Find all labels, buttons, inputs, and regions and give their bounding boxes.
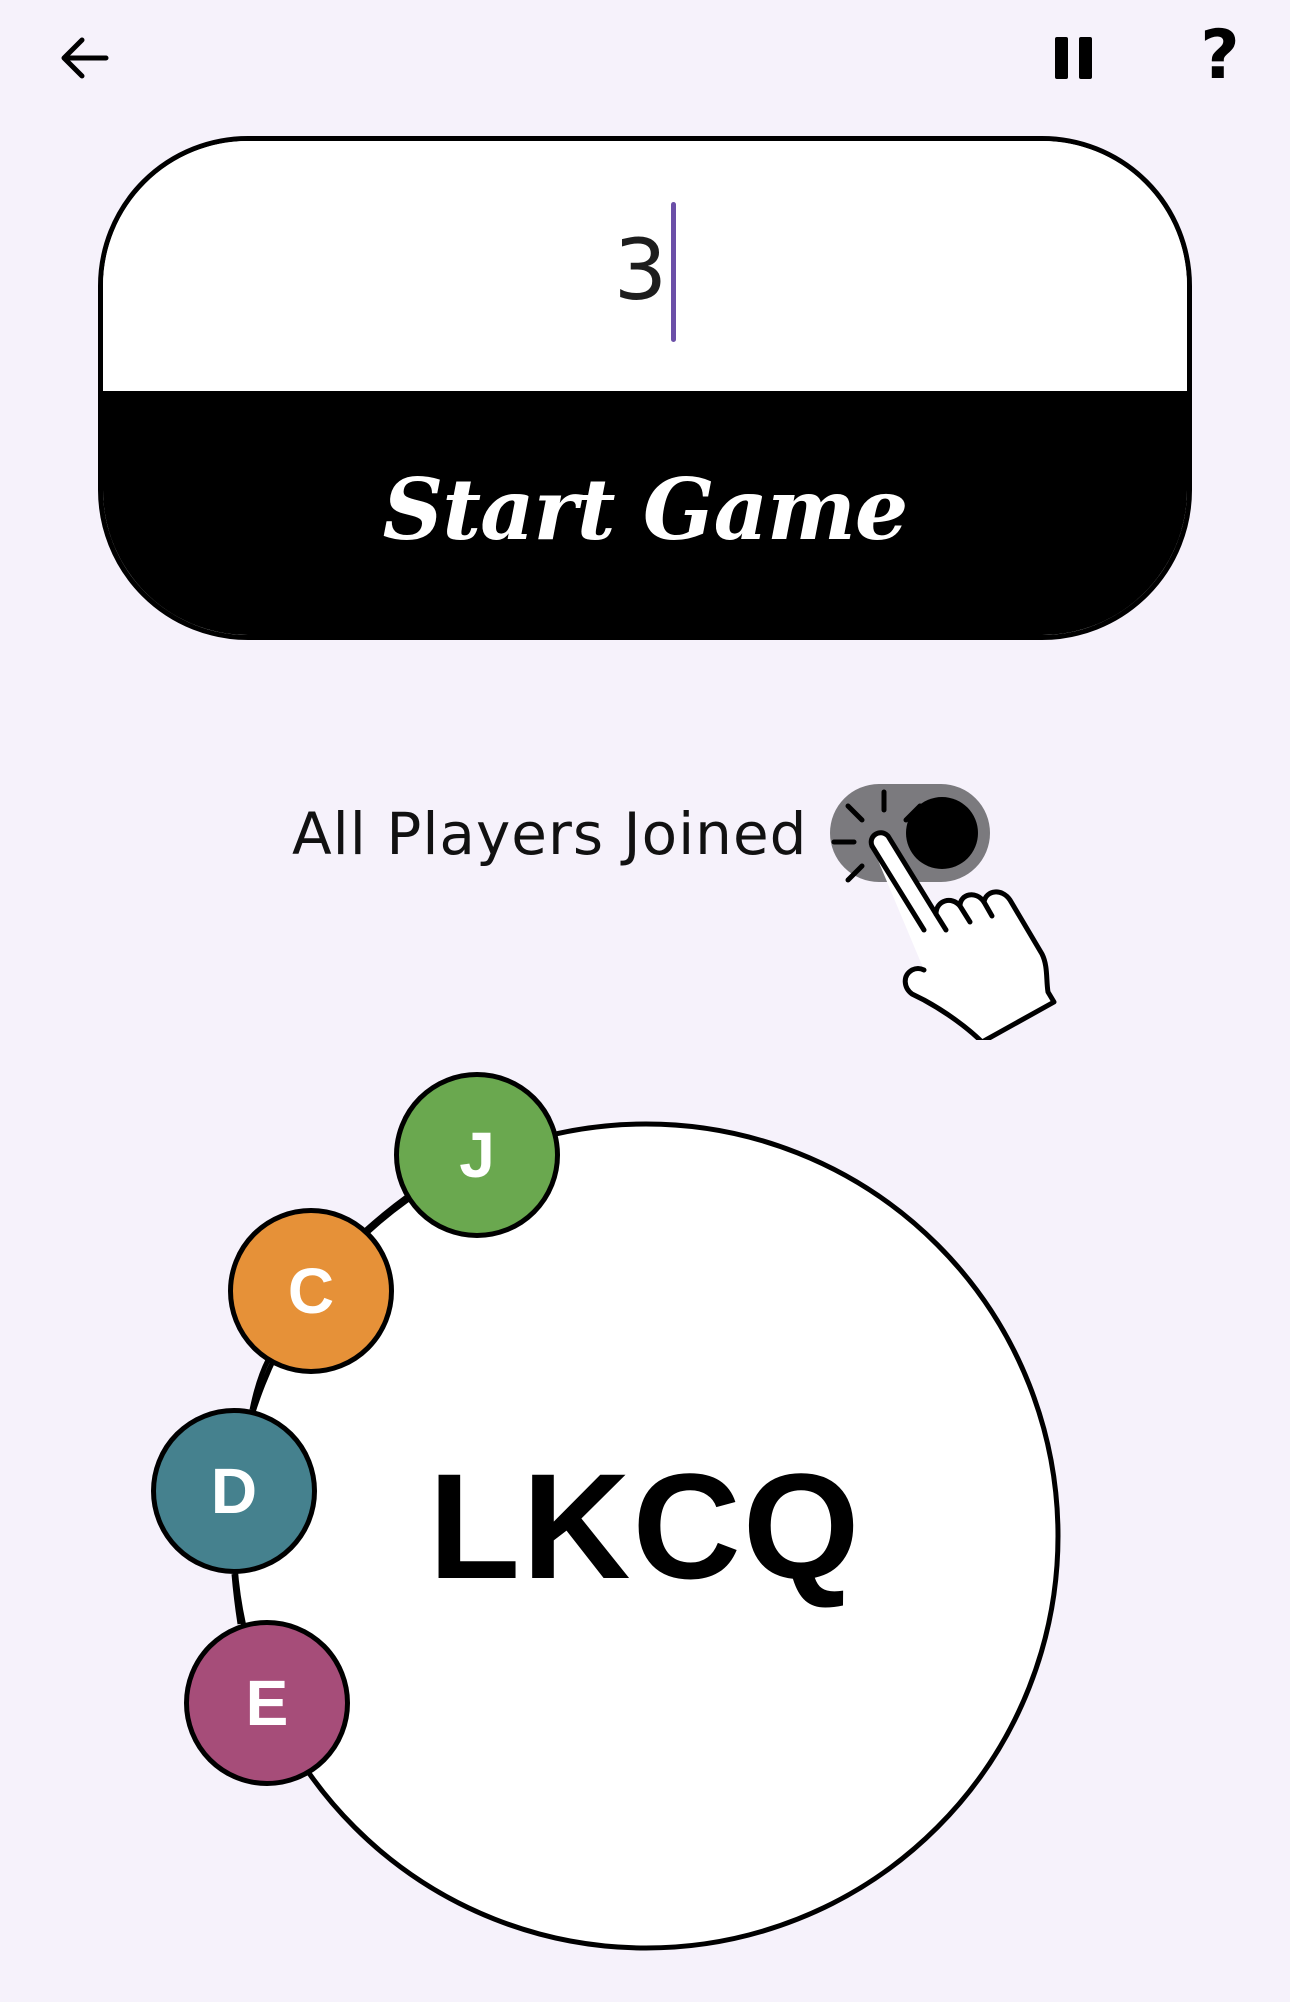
start-game-button[interactable]: Start Game — [103, 391, 1187, 635]
player-avatar-e[interactable]: E — [184, 1620, 350, 1786]
pause-icon — [1055, 37, 1092, 79]
player-initial: C — [287, 1255, 335, 1327]
game-setup-card: 3 Start Game — [98, 136, 1192, 640]
question-mark-icon: ? — [1200, 16, 1240, 95]
toggle-knob — [906, 797, 978, 869]
player-initial: E — [245, 1667, 289, 1739]
all-players-joined-label: All Players Joined — [292, 800, 808, 868]
back-button[interactable] — [44, 18, 124, 98]
player-count-value: 3 — [613, 221, 668, 319]
player-count-input[interactable]: 3 — [103, 141, 1187, 391]
player-avatar-d[interactable]: D — [151, 1408, 317, 1574]
pause-button[interactable] — [1034, 18, 1114, 98]
player-initial: J — [459, 1119, 495, 1191]
text-caret — [671, 202, 677, 342]
player-initial: D — [210, 1455, 258, 1527]
arrow-left-icon — [61, 37, 109, 79]
room-code: LKCQ — [428, 1442, 862, 1610]
player-avatar-c[interactable]: C — [228, 1208, 394, 1374]
all-players-joined-toggle[interactable] — [830, 784, 990, 882]
player-avatar-j[interactable]: J — [394, 1072, 560, 1238]
help-button[interactable]: ? — [1180, 14, 1260, 98]
start-game-label: Start Game — [382, 459, 909, 559]
